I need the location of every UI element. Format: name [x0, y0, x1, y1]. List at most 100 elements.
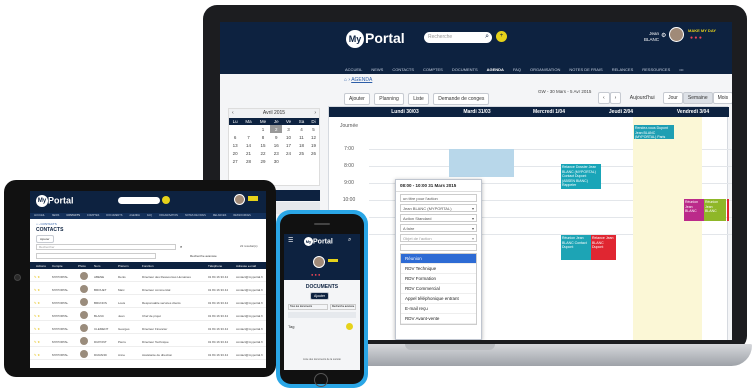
state-select[interactable]: A faire ▾ — [400, 224, 477, 232]
table-row[interactable]: ✎ ★ MYPORTAL BRUNOS Louis Responsable servic… — [30, 297, 266, 308]
planning-button[interactable]: Planning — [374, 93, 404, 105]
mini-cal-day[interactable]: 5 — [308, 125, 319, 133]
mini-cal-day[interactable] — [295, 157, 308, 165]
user-name[interactable]: Jean BLANC — [633, 31, 659, 43]
tablet-nav-item[interactable]: COMPTES — [87, 214, 99, 217]
tablet-logo[interactable]: My Portal — [36, 195, 74, 207]
object-option[interactable]: Appel téléphonique entrant — [401, 294, 476, 304]
phone-home-button[interactable] — [314, 373, 328, 387]
tablet-column-header[interactable]: Téléphone — [208, 264, 222, 268]
event-4[interactable]: Relance Jean BLANC Dupont — [591, 235, 616, 260]
search-input[interactable]: Recherche ⌕ — [424, 32, 492, 43]
mini-cal-day[interactable]: 2 — [270, 125, 283, 133]
mini-cal-day[interactable]: 28 — [241, 157, 255, 165]
nav-comptes[interactable]: COMPTES — [423, 67, 443, 72]
phone-advanced-search[interactable]: Recherche avancée — [330, 304, 356, 310]
object-option[interactable]: Réunion — [401, 254, 476, 264]
tablet-column-header[interactable]: Nom — [94, 264, 100, 268]
phone-badge[interactable] — [328, 259, 338, 262]
tablet-nav-item[interactable]: RELANCES — [213, 214, 226, 217]
table-row[interactable]: ✎ ★ MYPORTAL DURAND Anne Assistante de direc… — [30, 349, 266, 360]
tablet-breadcrumb[interactable]: ⌂ › CONTACTS — [36, 222, 57, 226]
row-actions-icon[interactable]: ✎ ★ — [34, 288, 40, 292]
tablet-advanced-search[interactable]: Recherche avancée — [190, 254, 217, 258]
mini-cal-day[interactable]: 11 — [295, 133, 308, 141]
mini-cal-day[interactable]: 22 — [256, 149, 270, 157]
object-option[interactable]: RDV Commercial — [401, 284, 476, 294]
mini-cal-day[interactable]: 8 — [256, 133, 270, 141]
phone-filter-select[interactable]: Tous les documents — [288, 304, 328, 310]
mini-cal-day[interactable]: 29 — [256, 157, 270, 165]
tablet-add-button[interactable]: Ajouter — [36, 235, 54, 243]
day-header[interactable]: Mardi 31/03 — [441, 109, 513, 115]
tablet-nav-item[interactable]: ACCUEIL — [34, 214, 45, 217]
nav-faq[interactable]: FAQ — [513, 67, 521, 72]
row-actions-icon[interactable]: ✎ ★ — [34, 353, 40, 357]
mini-cal-day[interactable]: 3 — [282, 125, 295, 133]
phone-logo[interactable]: My Portal — [304, 237, 333, 246]
row-actions-icon[interactable]: ✎ ★ — [34, 301, 40, 305]
table-row[interactable]: ✎ ★ MYPORTAL CLEMENT Georges Directeur Finan… — [30, 323, 266, 334]
event-5[interactable]: Réunion Jean BLANC — [704, 199, 726, 221]
nav-news[interactable]: NEWS — [371, 67, 383, 72]
nav-notes-de-frais[interactable]: NOTES DE FRAIS — [569, 67, 602, 72]
cell-name[interactable]: BROUET — [94, 288, 107, 292]
tablet-home-button[interactable] — [14, 274, 21, 281]
mini-cal-prev[interactable]: ‹ — [232, 109, 234, 118]
tablet-avatar[interactable] — [234, 194, 245, 205]
mini-cal-day[interactable]: 6 — [229, 133, 241, 141]
mini-cal-day[interactable]: 13 — [229, 141, 241, 149]
tablet-column-header[interactable]: Compte — [52, 264, 63, 268]
object-select[interactable]: Objet de l'action ▾ — [400, 234, 477, 242]
mini-cal-day[interactable]: 30 — [270, 157, 282, 165]
event-1[interactable]: Rendez-vous Dupont Jean BLANC (MYPORTAL)… — [634, 125, 674, 139]
phone-add-button[interactable]: Ajouter — [310, 292, 330, 300]
cell-name[interactable]: BLANC — [94, 314, 104, 318]
phone-notifications-icon[interactable]: ● ● ● — [311, 272, 320, 277]
mini-cal-day[interactable] — [282, 157, 295, 165]
tablet-nav-item[interactable]: RESSOURCES — [233, 214, 251, 217]
mini-cal-day[interactable] — [308, 157, 319, 165]
event-3[interactable]: Réunion Jean BLANC Contact Dupont — [561, 235, 591, 260]
mini-cal-day[interactable]: 7 — [241, 133, 255, 141]
cell-name[interactable]: BRUNOS — [94, 301, 107, 305]
phone-avatar[interactable] — [313, 256, 325, 268]
nav-contacts[interactable]: CONTACTS — [392, 67, 414, 72]
mini-cal-next[interactable]: › — [314, 109, 316, 118]
month-view-button[interactable]: Mois — [712, 92, 732, 104]
phone-folder-add-icon[interactable] — [346, 323, 353, 330]
notifications-icon[interactable]: ● ● ● — [690, 35, 702, 41]
nav-accueil[interactable]: ACCUEIL — [345, 67, 362, 72]
search-icon[interactable]: ⌕ — [485, 33, 489, 41]
next-button[interactable]: › — [609, 92, 622, 104]
mini-cal-day[interactable]: 17 — [282, 141, 295, 149]
tablet-search-icon[interactable]: ⌕ — [180, 244, 182, 249]
mini-cal-day[interactable]: 20 — [229, 149, 241, 157]
table-row[interactable]: ✎ ★ MYPORTAL BLANC Jean Chef de projet 01 84 … — [30, 310, 266, 321]
mini-cal-day[interactable]: 16 — [270, 141, 282, 149]
subject-input[interactable]: un titre pour l'action — [400, 194, 477, 202]
object-option[interactable]: RDV Avant-vente — [401, 314, 476, 324]
object-search-input[interactable] — [400, 244, 477, 251]
table-row[interactable]: ✎ ★ MYPORTAL DUPONT Pierre Directeur Techniq… — [30, 336, 266, 347]
tablet-nav-item[interactable]: AGENDA — [129, 214, 140, 217]
action-type-select[interactable]: Action Standard ▾ — [400, 214, 477, 222]
tablet-nav-item[interactable]: ORGANISATION — [159, 214, 178, 217]
mini-cal-day[interactable]: 15 — [256, 141, 270, 149]
mini-cal-day[interactable]: 4 — [295, 125, 308, 133]
nav-organisation[interactable]: ORGANISATION — [530, 67, 560, 72]
row-actions-icon[interactable]: ✎ ★ — [34, 275, 40, 279]
day-header[interactable]: Vendredi 3/04 — [657, 109, 729, 115]
app-logo[interactable]: My Portal — [346, 30, 405, 49]
object-option[interactable]: RDV Technique — [401, 264, 476, 274]
event-7[interactable] — [727, 199, 729, 221]
tablet-column-header[interactable]: Prénom — [118, 264, 129, 268]
tablet-search-input[interactable] — [118, 197, 160, 204]
object-option[interactable]: RDV Formation — [401, 274, 476, 284]
leave-request-button[interactable]: Demande de conges — [433, 93, 490, 105]
breadcrumb[interactable]: ⌂ › AGENDA — [344, 77, 372, 83]
cell-name[interactable]: DURAND — [94, 353, 107, 357]
today-button[interactable]: Aujourd'hui — [626, 93, 659, 103]
mini-cal-day[interactable]: 12 — [308, 133, 319, 141]
row-actions-icon[interactable]: ✎ ★ — [34, 340, 40, 344]
